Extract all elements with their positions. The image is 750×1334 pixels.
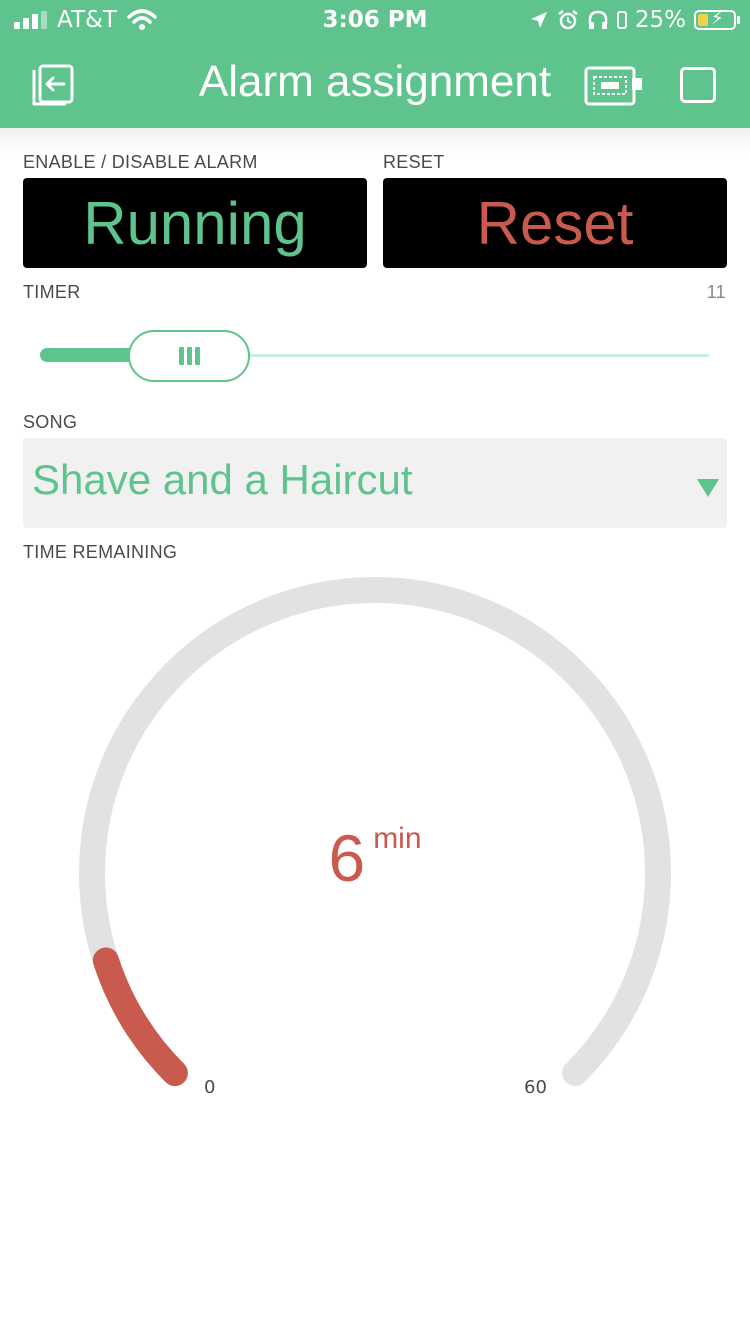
battery-percent: 25%	[634, 7, 686, 33]
header-shadow	[0, 128, 750, 154]
timer-label: TIMER	[23, 282, 81, 302]
portrait-lock-icon	[616, 11, 627, 29]
enable-alarm-label: ENABLE / DISABLE ALARM	[23, 152, 258, 172]
song-dropdown[interactable]: Shave and a Haircut	[23, 438, 727, 528]
song-label: SONG	[23, 412, 78, 432]
timer-value: 11	[706, 282, 726, 302]
slider-thumb[interactable]	[128, 330, 250, 382]
reset-button[interactable]: Reset	[383, 178, 727, 268]
status-bar: AT&T 3:06 PM 25% ⚡	[0, 0, 750, 40]
gauge-fill	[92, 947, 188, 1087]
device-board-icon[interactable]	[584, 64, 644, 108]
reset-label: RESET	[383, 152, 445, 172]
battery-charging-icon: ⚡	[694, 9, 740, 30]
enable-alarm-button[interactable]: Running	[23, 178, 367, 268]
song-selected-value: Shave and a Haircut	[32, 456, 413, 503]
gauge-min-label: 0	[204, 1077, 216, 1098]
stop-square-icon[interactable]	[680, 67, 716, 103]
slider-track-empty[interactable]	[240, 354, 709, 357]
gauge-value: 6	[328, 821, 366, 895]
gauge-unit: min	[373, 822, 422, 855]
status-right: 25% ⚡	[529, 5, 740, 35]
nav-bar: Alarm assignment	[0, 40, 750, 128]
alarm-clock-icon	[558, 10, 578, 30]
headphones-icon	[588, 10, 608, 29]
location-arrow-icon	[530, 12, 547, 28]
dropdown-arrow-icon[interactable]	[697, 479, 719, 497]
gauge-readout: 6 min	[0, 820, 750, 896]
gauge-max-label: 60	[524, 1077, 547, 1098]
app-header: AT&T 3:06 PM 25% ⚡ Alarm assignment	[0, 0, 750, 128]
